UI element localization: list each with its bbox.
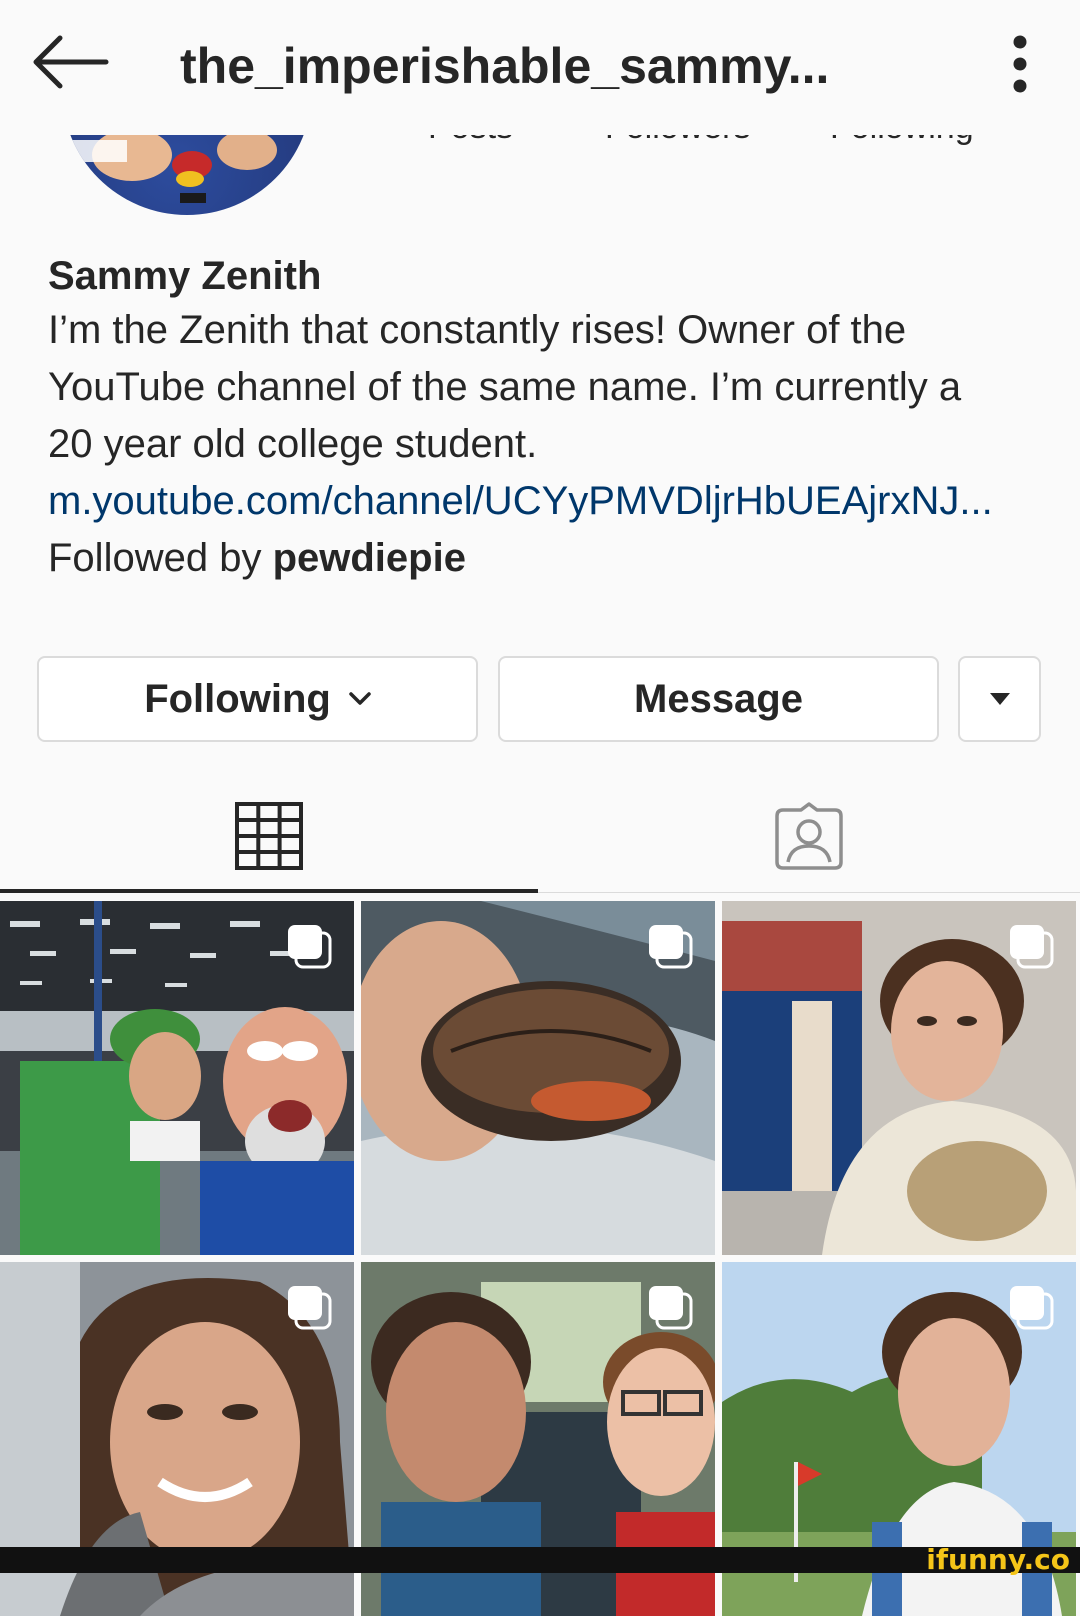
bio-line: 20 year old college student. <box>48 422 538 466</box>
profile-bio: Sammy Zenith I’m the Zenith that constan… <box>48 250 1048 587</box>
arrow-left-icon[interactable] <box>32 32 110 92</box>
tab-posts-grid[interactable] <box>0 780 538 892</box>
grid-post[interactable] <box>361 901 715 1255</box>
caret-down-icon <box>989 693 1010 705</box>
grid-icon <box>235 802 303 870</box>
followed-by-prefix: Followed by <box>48 536 273 580</box>
multiple-photos-icon <box>649 925 693 969</box>
avatar[interactable] <box>62 135 312 215</box>
grid-post[interactable] <box>0 901 354 1255</box>
multiple-photos-icon <box>1010 925 1054 969</box>
active-tab-indicator <box>0 889 538 893</box>
following-button[interactable]: Following <box>37 656 478 742</box>
watermark-logo: ifunny.co <box>926 1543 1070 1576</box>
multiple-photos-icon <box>288 925 332 969</box>
avatar-clip <box>62 135 312 215</box>
profile-username: the_imperishable_sammy... <box>180 38 830 94</box>
top-bar: the_imperishable_sammy... <box>0 0 1080 135</box>
tab-tagged[interactable] <box>538 780 1080 892</box>
message-button-label: Message <box>634 676 803 721</box>
multiple-photos-icon <box>288 1286 332 1330</box>
message-button[interactable]: Message <box>498 656 939 742</box>
chevron-down-icon <box>349 692 371 705</box>
multiple-photos-icon <box>649 1286 693 1330</box>
grid-post[interactable] <box>722 901 1076 1255</box>
bio-line: I’m the Zenith that constantly rises! Ow… <box>48 308 907 352</box>
bio-line: YouTube channel of the same name. I’m cu… <box>48 365 962 409</box>
multiple-photos-icon <box>1010 1286 1054 1330</box>
followed-by: Followed by pewdiepie <box>48 530 1048 587</box>
vertical-dots-icon[interactable] <box>996 32 1044 96</box>
tagged-person-icon <box>775 802 843 870</box>
watermark-bar: ifunny.co <box>0 1543 1080 1576</box>
following-button-label: Following <box>144 676 331 721</box>
followed-by-user[interactable]: pewdiepie <box>273 536 466 580</box>
tab-divider <box>538 892 1080 893</box>
profile-link[interactable]: m.youtube.com/channel/UCYyPMVDljrHbUEAjr… <box>48 473 1048 530</box>
display-name: Sammy Zenith <box>48 254 322 298</box>
suggestions-dropdown-button[interactable] <box>958 656 1041 742</box>
